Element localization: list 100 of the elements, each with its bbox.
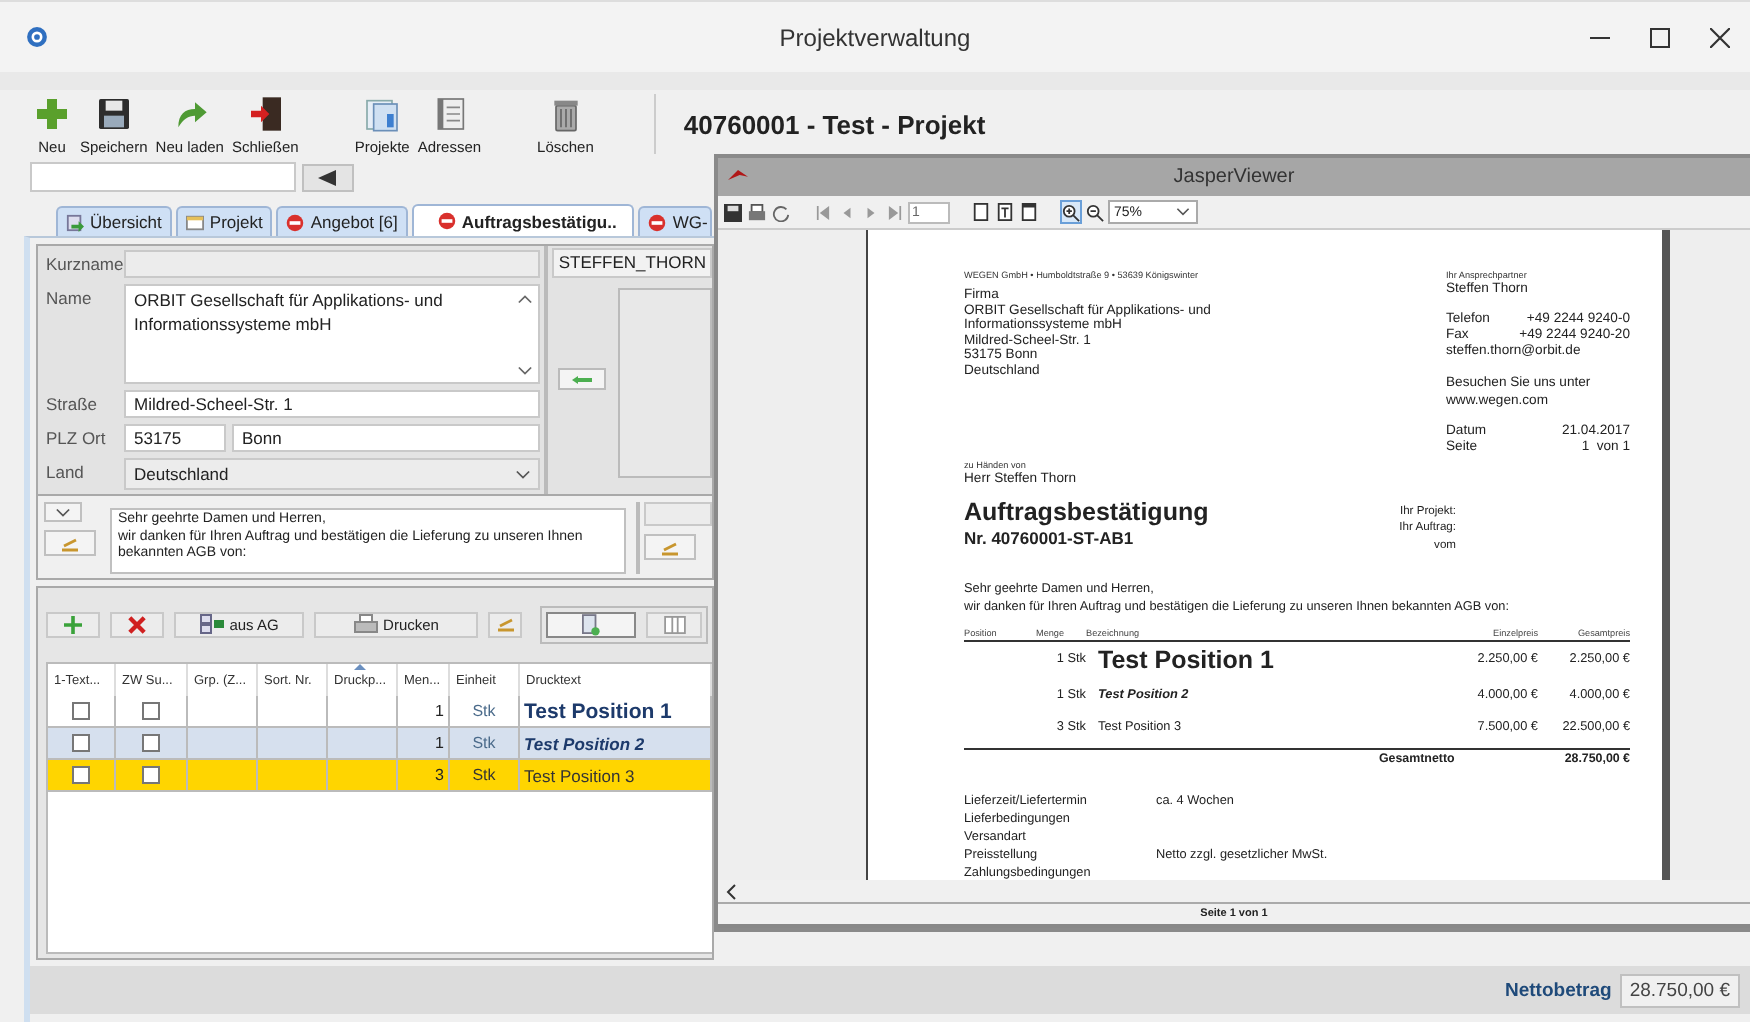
cross-icon bbox=[128, 615, 146, 633]
chevron-down-icon bbox=[516, 470, 531, 480]
door-arrow-icon bbox=[245, 93, 286, 133]
window-title: JasperViewer bbox=[1173, 166, 1295, 188]
table-cell: Stk bbox=[472, 766, 496, 784]
toolbar-button[interactable] bbox=[46, 611, 100, 637]
net-total-field: 28.750,00 € bbox=[1619, 973, 1740, 1007]
text-field[interactable] bbox=[644, 502, 712, 526]
checkbox[interactable] bbox=[142, 766, 160, 784]
pencil-icon bbox=[60, 535, 80, 551]
window-title: Projektverwaltung bbox=[777, 23, 973, 51]
printer-icon bbox=[748, 203, 766, 221]
table-cell-text: Stk bbox=[472, 731, 496, 755]
page-icon bbox=[972, 202, 990, 222]
actual-size-button[interactable] bbox=[970, 200, 992, 224]
toolbar-button[interactable] bbox=[488, 611, 522, 637]
table-cell-text: 1 bbox=[435, 731, 444, 755]
fit-page-icon bbox=[996, 202, 1014, 222]
project-heading: 40760001 - Test - Projekt bbox=[683, 109, 986, 139]
back-button[interactable] bbox=[302, 163, 354, 191]
zoom-in-button[interactable] bbox=[1060, 200, 1082, 224]
hierarchy-icon bbox=[199, 614, 224, 634]
checkbox[interactable] bbox=[72, 766, 90, 784]
table-cell: Test Position 1 bbox=[524, 699, 672, 723]
print-button[interactable] bbox=[746, 200, 768, 224]
table-row[interactable]: 3 Stk Test Position 3 bbox=[48, 760, 712, 792]
fit-page-button[interactable] bbox=[994, 200, 1016, 224]
chevron-down-icon bbox=[56, 507, 70, 517]
plus-icon bbox=[32, 93, 72, 133]
zip-field[interactable]: 53175 bbox=[124, 424, 226, 452]
search-field[interactable] bbox=[30, 162, 296, 192]
window-icon bbox=[185, 213, 204, 231]
edit-button[interactable] bbox=[644, 534, 696, 560]
tab[interactable]: Projekt bbox=[175, 206, 273, 236]
tab[interactable]: Auftragsbestätigu.. bbox=[411, 204, 635, 236]
dropdown-button[interactable] bbox=[44, 502, 82, 522]
table-row[interactable]: 1 Stk Test Position 2 bbox=[48, 728, 712, 760]
last-page-button[interactable] bbox=[884, 200, 906, 224]
left-arrow-icon bbox=[572, 375, 593, 383]
field-label: Straße bbox=[46, 392, 100, 418]
transfer-button[interactable] bbox=[558, 368, 607, 390]
field-label: Kurzname bbox=[46, 252, 124, 278]
stop-sign-icon bbox=[286, 213, 305, 231]
tab[interactable]: Übersicht bbox=[56, 206, 172, 236]
left-triangle-icon bbox=[840, 205, 854, 219]
printer-icon bbox=[353, 614, 378, 634]
document-number: Nr. 40760001-ST-AB1 bbox=[964, 527, 1136, 550]
document-title: Auftragsbestätigung bbox=[964, 497, 1211, 528]
scroll-down-icon bbox=[518, 366, 533, 376]
table-cell: 1 bbox=[435, 702, 444, 720]
field-label: PLZ Ort bbox=[46, 426, 108, 452]
stop-sign-icon bbox=[437, 212, 456, 230]
edit-button[interactable] bbox=[44, 530, 96, 556]
right-triangle-icon bbox=[864, 205, 878, 219]
app-logo-icon bbox=[26, 26, 48, 48]
name-field[interactable]: ORBIT Gesellschaft für Applikations- und Informationssysteme mbH bbox=[124, 284, 541, 384]
checkbox[interactable] bbox=[142, 702, 160, 720]
country-dropdown[interactable]: Deutschland bbox=[124, 458, 541, 490]
first-page-button[interactable] bbox=[812, 200, 834, 224]
toolbar-button[interactable] bbox=[110, 611, 164, 637]
checkbox[interactable] bbox=[72, 734, 90, 752]
table-cell: Stk bbox=[472, 702, 496, 720]
short-name-field[interactable] bbox=[124, 250, 541, 278]
scroll-left-icon[interactable] bbox=[726, 883, 736, 899]
columns-icon bbox=[663, 615, 685, 633]
table-cell: Test Position 3 bbox=[524, 765, 635, 785]
document-plus-icon bbox=[582, 613, 600, 635]
last-page-icon bbox=[888, 205, 902, 219]
scroll-up-icon bbox=[518, 294, 533, 304]
city-field[interactable]: Bonn bbox=[232, 424, 541, 452]
table-cell-text: Test Position 2 bbox=[524, 731, 645, 757]
add-document-button[interactable] bbox=[546, 611, 636, 637]
field-label: Land bbox=[46, 460, 86, 486]
pencil-icon bbox=[495, 616, 515, 632]
logo-icon bbox=[728, 170, 748, 180]
maximize-icon bbox=[1650, 27, 1670, 47]
close-icon bbox=[1710, 27, 1730, 47]
field-label: Name bbox=[46, 286, 94, 312]
zoom-out-icon bbox=[1086, 203, 1104, 221]
first-page-icon bbox=[816, 205, 830, 219]
fit-width-icon bbox=[1020, 202, 1038, 222]
reload-button[interactable] bbox=[770, 200, 792, 224]
table-cell: 3 bbox=[435, 766, 444, 784]
tab[interactable]: Angebot [6] bbox=[276, 206, 408, 236]
item-description: Test Position 1 bbox=[1096, 652, 1276, 669]
contact-field[interactable]: STEFFEN_THORN bbox=[552, 248, 712, 278]
stop-sign-icon bbox=[648, 213, 667, 231]
reload-icon bbox=[772, 203, 790, 221]
net-total-label: Nettobetrag bbox=[1505, 979, 1612, 1001]
chevron-down-icon bbox=[1176, 208, 1190, 216]
left-triangle-icon bbox=[318, 169, 338, 185]
fit-width-button[interactable] bbox=[1018, 200, 1040, 224]
save-button[interactable] bbox=[722, 200, 744, 224]
columns-button[interactable] bbox=[646, 611, 702, 637]
tab[interactable]: WG- bbox=[638, 206, 712, 236]
zoom-out-button[interactable] bbox=[1084, 200, 1106, 224]
checkbox[interactable] bbox=[142, 734, 160, 752]
zoom-in-icon bbox=[1062, 203, 1080, 221]
street-field[interactable]: Mildred-Scheel-Str. 1 bbox=[124, 390, 541, 418]
checkbox[interactable] bbox=[72, 702, 90, 720]
